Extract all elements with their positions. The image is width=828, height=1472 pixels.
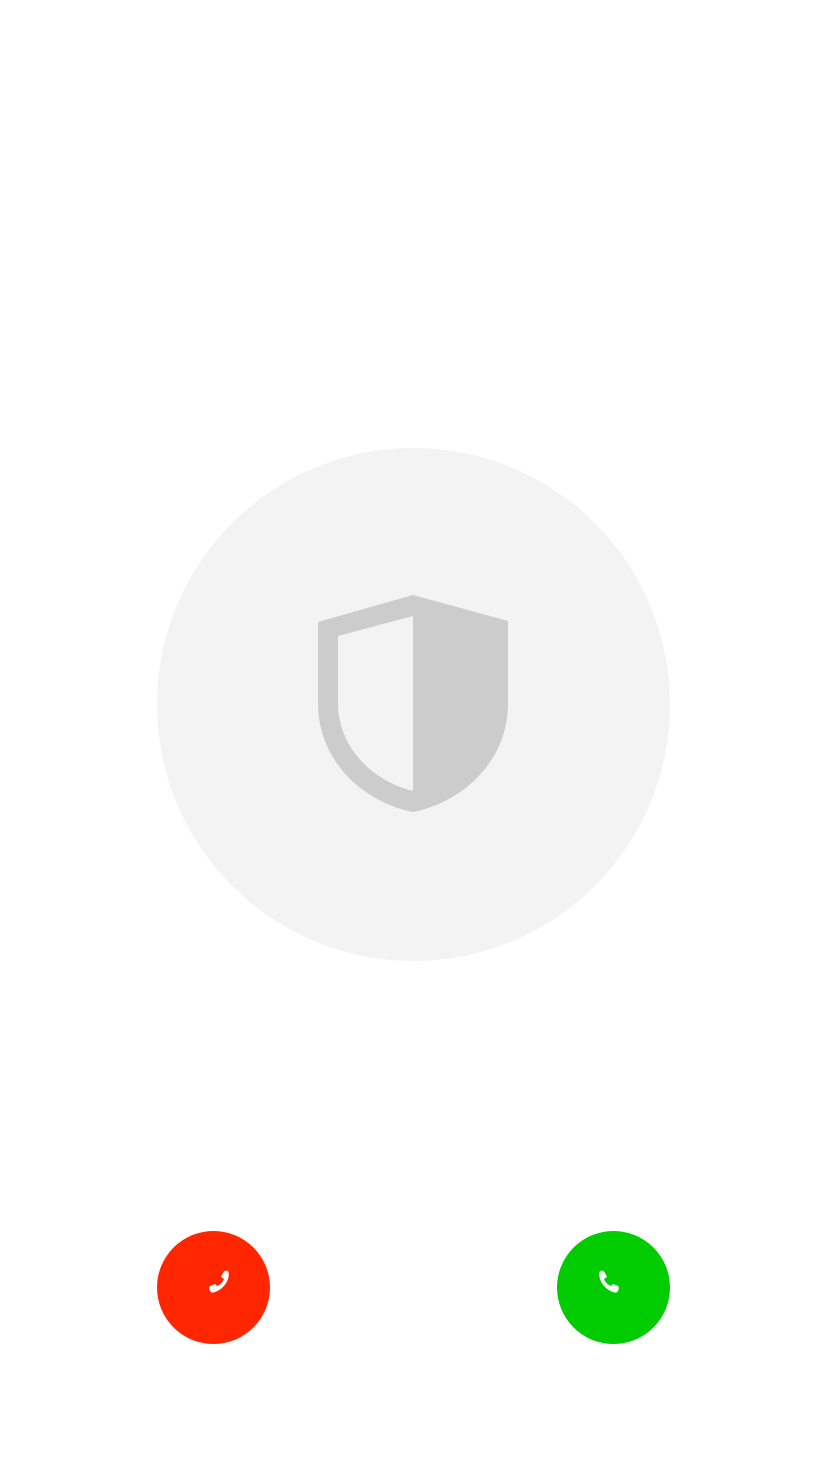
- accept-call-button[interactable]: [557, 1231, 670, 1344]
- decline-call-button[interactable]: [157, 1231, 270, 1344]
- phone-icon: [591, 1265, 637, 1311]
- shield-icon: [317, 595, 509, 813]
- phone-hangup-icon: [191, 1265, 237, 1311]
- caller-avatar: [157, 448, 670, 961]
